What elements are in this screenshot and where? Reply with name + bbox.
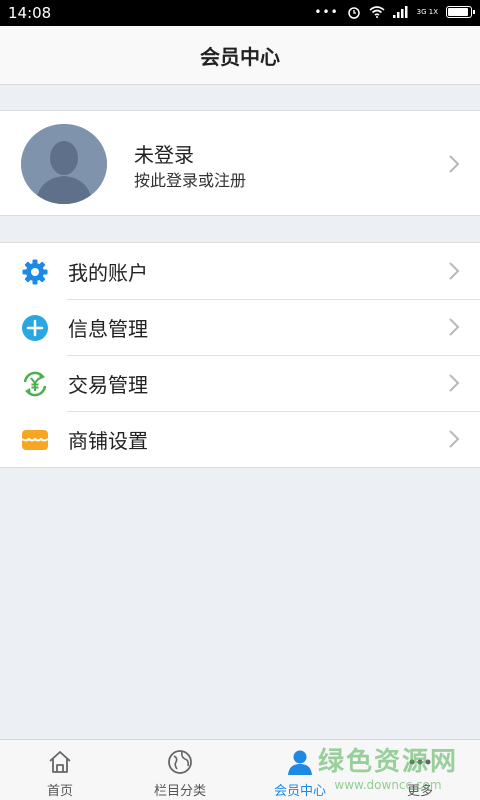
menu-list: 我的账户 信息管理 交易管理 商铺设置: [0, 242, 480, 468]
signal-icon: [392, 6, 408, 18]
menu-item-my-account[interactable]: 我的账户: [0, 243, 480, 299]
tab-member-center[interactable]: 会员中心: [240, 740, 360, 800]
tab-bar: 首页 栏目分类 会员中心 更多: [0, 739, 480, 800]
profile-name: 未登录: [134, 143, 194, 167]
home-icon: [46, 748, 74, 776]
tab-label: 更多: [406, 784, 433, 799]
alarm-icon: [347, 7, 360, 19]
tab-home[interactable]: 首页: [0, 740, 120, 800]
title-bar: 会员中心: [0, 26, 480, 85]
user-icon: [286, 748, 314, 776]
menu-item-trade-management[interactable]: 交易管理: [0, 355, 480, 411]
chevron-right-icon: [448, 429, 460, 449]
yuan-exchange-icon: [21, 370, 49, 398]
status-time: 14:08: [8, 4, 52, 22]
page-title: 会员中心: [200, 44, 280, 69]
menu-item-store-settings[interactable]: 商铺设置: [0, 411, 480, 467]
tab-label: 栏目分类: [153, 784, 206, 799]
wifi-icon: [369, 6, 385, 18]
globe-icon: [166, 748, 194, 776]
avatar: [21, 124, 107, 204]
status-icons: ••• 3G 1X: [314, 5, 475, 19]
more-icon: [406, 748, 434, 776]
menu-item-info-management[interactable]: 信息管理: [0, 299, 480, 355]
chevron-right-icon: [448, 317, 460, 337]
chevron-right-icon: [448, 373, 460, 393]
menu-item-label: 交易管理: [68, 373, 148, 397]
tab-label: 首页: [46, 784, 73, 799]
chevron-right-icon: [448, 154, 460, 174]
menu-item-label: 商铺设置: [68, 429, 148, 453]
tab-more[interactable]: 更多: [360, 740, 480, 800]
profile-card[interactable]: 未登录 按此登录或注册: [0, 110, 480, 216]
tab-categories[interactable]: 栏目分类: [120, 740, 240, 800]
gear-icon: [21, 258, 49, 286]
battery-fill: [448, 8, 468, 16]
tab-label: 会员中心: [273, 784, 326, 799]
avatar-silhouette-icon: [21, 124, 107, 204]
login-register-link[interactable]: 按此登录或注册: [134, 167, 246, 191]
notification-dots-icon: •••: [314, 5, 339, 19]
network-type: 3G 1X: [416, 7, 438, 16]
menu-item-label: 我的账户: [68, 261, 148, 285]
store-icon: [21, 426, 49, 454]
battery-icon: [446, 6, 475, 18]
plus-circle-icon: [21, 314, 49, 342]
status-bar: 14:08 ••• 3G 1X: [0, 0, 480, 26]
menu-item-label: 信息管理: [68, 317, 148, 341]
chevron-right-icon: [448, 261, 460, 281]
